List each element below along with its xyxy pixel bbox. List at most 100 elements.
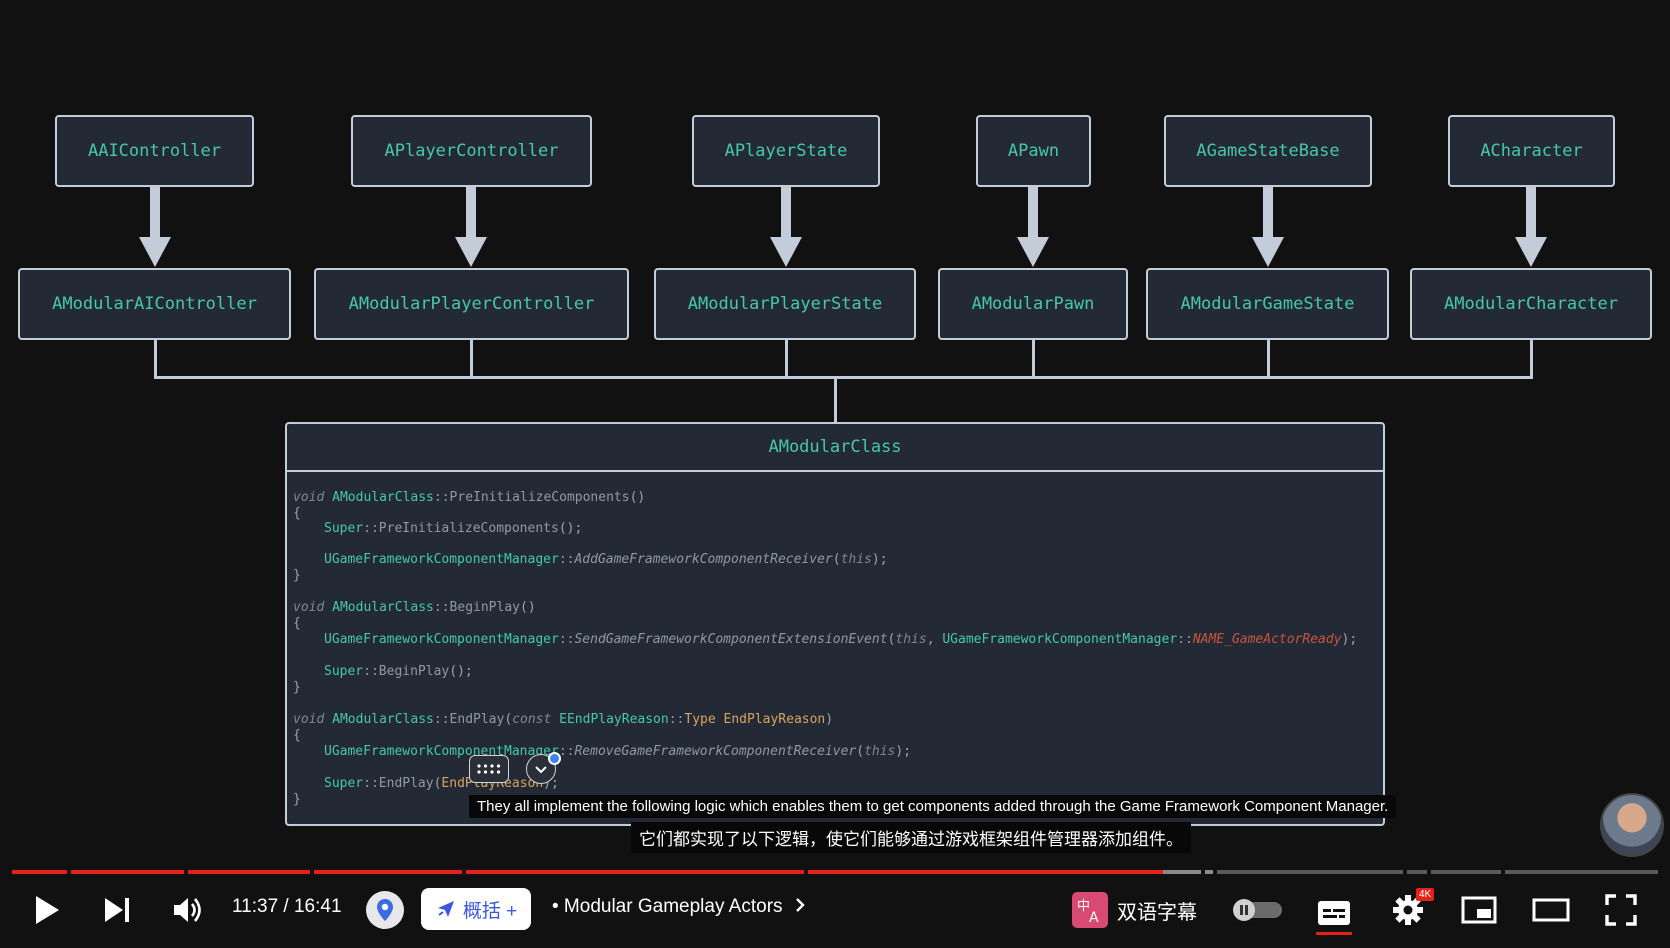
code-token: UGameFrameworkComponentManager [942,632,1178,647]
code-token: Super [324,521,364,536]
progress-segment [71,870,184,874]
autoplay-toggle[interactable] [1232,898,1284,922]
child-node-modularplayerstate: AModularPlayerState [654,268,916,340]
theater-mode-button[interactable] [1532,896,1570,924]
code-token: AddGameFrameworkComponentReceiver [574,552,833,567]
progress-segment [188,870,310,874]
code-token: AModularClass [332,712,434,727]
code-token: () [629,490,646,505]
code-token: :: [433,712,450,727]
connector-line [470,340,473,379]
arrow-head [770,237,802,267]
connector-line [785,340,788,379]
summary-button[interactable]: 概括 + [421,888,531,930]
play-button[interactable] [30,892,64,928]
code-token: :: [433,490,450,505]
progress-segment [466,870,804,874]
code-token: EndPlay [449,712,505,727]
check-icon [535,766,547,774]
arrow-shaft [1526,187,1536,237]
code-line: { [293,506,301,521]
arrow-head [1515,237,1547,267]
subtitle-drag-button[interactable] [469,755,509,783]
node-label: AModularGameState [1180,294,1355,314]
notification-dot [548,752,561,765]
parent-node-pawn: APawn [976,115,1091,187]
code-token: UGameFrameworkComponentManager [324,744,559,759]
code-token: UGameFrameworkComponentManager [324,632,559,647]
parent-node-playerstate: APlayerState [692,115,880,187]
chevron-right-icon [795,898,805,912]
node-label: AModularAIController [52,294,257,314]
connector-line [1530,340,1533,379]
theater-icon [1532,898,1570,922]
node-label: AGameStateBase [1196,141,1340,161]
parent-node-aicontroller: AAIController [55,115,254,187]
svg-text:A: A [1089,910,1099,924]
progress-segment [1407,870,1427,874]
location-button[interactable] [366,891,404,929]
miniplayer-icon [1461,896,1497,924]
code-token: ( [856,744,865,759]
arrow-head [455,237,487,267]
bilingual-subtitle-label[interactable]: 双语字幕 [1117,896,1197,925]
progress-segment [1505,870,1658,874]
parent-node-gamestatebase: AGameStateBase [1164,115,1372,187]
connector-line [1032,340,1035,379]
connector-line [154,340,157,379]
code-line: } [293,680,301,695]
code-token: BeginPlay [449,600,520,615]
progress-segment [1431,870,1501,874]
parent-node-character: ACharacter [1448,115,1615,187]
class-title: AModularClass [287,424,1383,472]
code-token: :: [1177,632,1193,647]
code-token: EEndPlayReason [559,712,669,727]
code-token: :: [558,744,575,759]
code-line: void AModularClass::BeginPlay() [293,600,536,616]
arrow-head [1252,237,1284,267]
code-token: Super [324,664,364,679]
code-token: SendGameFrameworkComponentExtensionEvent [574,632,888,647]
code-token: :: [558,632,575,647]
node-label: AModularPlayerController [348,294,595,314]
video-frame[interactable]: AAIController APlayerController APlayerS… [0,0,1670,948]
code-token: const [512,712,552,727]
chapter-label: • Modular Gameplay Actors [552,896,783,917]
child-node-modulargamestate: AModularGameState [1146,268,1389,340]
code-token: :: [433,600,450,615]
channel-avatar[interactable] [1600,793,1664,857]
code-token: (); [558,521,583,536]
node-label: ACharacter [1480,141,1583,161]
arrow-shaft [466,187,476,237]
sparkle-icon [437,901,454,917]
code-token: ); [1341,632,1358,647]
chapter-title[interactable]: • Modular Gameplay Actors [552,896,806,918]
code-token: :: [558,552,575,567]
volume-icon [174,898,201,922]
location-pin-icon [377,899,393,921]
code-token: EndPlay [378,776,434,791]
play-icon [36,896,59,924]
code-line: void AModularClass::PreInitializeCompone… [293,490,645,506]
code-token: :: [668,712,685,727]
fullscreen-button[interactable] [1604,893,1638,927]
code-token: ( [504,712,513,727]
code-token: () [520,600,536,615]
translate-button[interactable]: 中A [1072,892,1108,928]
code-token: this [895,632,927,647]
volume-button[interactable] [170,894,206,926]
child-node-modularcharacter: AModularCharacter [1410,268,1652,340]
caption-chinese: 它们都实现了以下逻辑，使它们能够通过游戏框架组件管理器添加组件。 [631,822,1191,853]
progress-bar[interactable] [12,870,1658,874]
node-label: APlayerController [384,141,559,161]
code-token: NAME_GameActorReady [1192,632,1342,647]
code-block: void AModularClass::PreInitializeCompone… [293,480,1377,807]
code-token: AModularClass [332,490,434,505]
code-line: void AModularClass::EndPlay(const EEndPl… [293,712,833,728]
next-button[interactable] [100,894,134,926]
code-token: void [293,600,325,615]
subtitles-button[interactable] [1316,893,1352,935]
miniplayer-button[interactable] [1460,894,1498,926]
dots-icon [477,764,501,774]
